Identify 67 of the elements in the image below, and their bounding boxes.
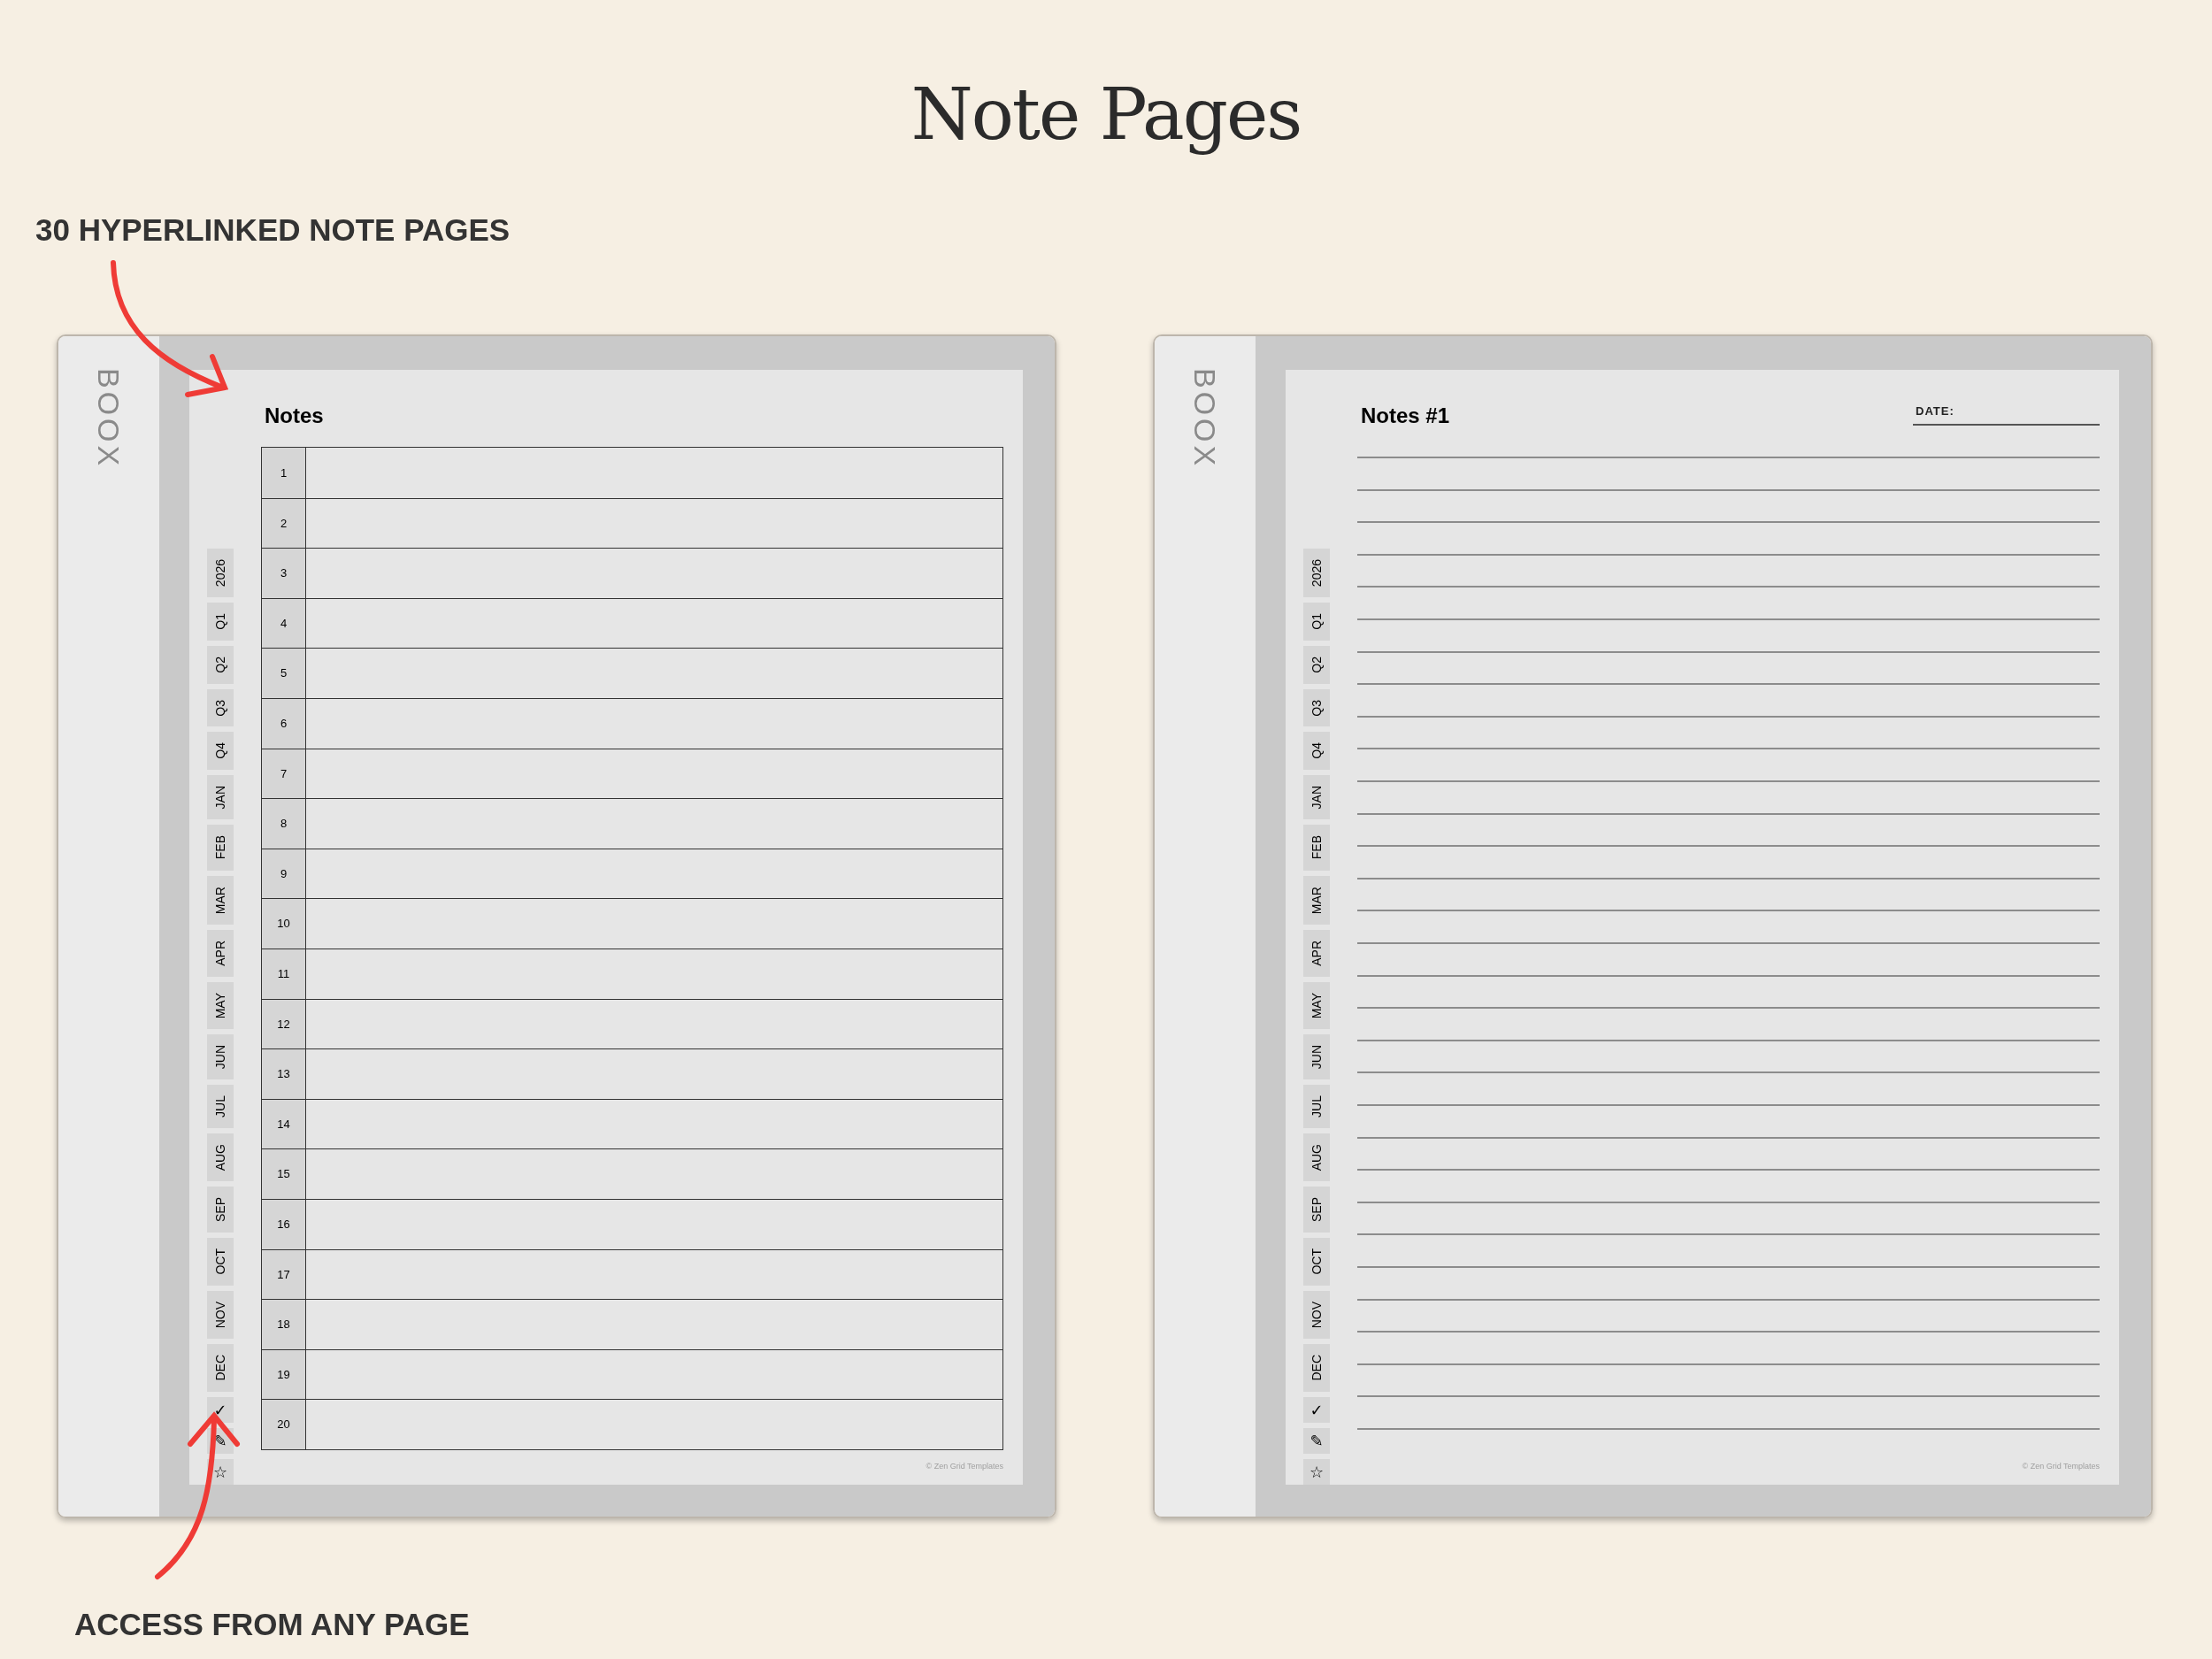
page-title: Note Pages: [910, 73, 1302, 157]
row-number: 1: [262, 448, 306, 498]
nav-tab[interactable]: Q2: [207, 645, 234, 684]
nav-tab[interactable]: JUN: [1303, 1033, 1330, 1080]
nav-tab[interactable]: ✓: [1303, 1396, 1330, 1423]
nav-tab[interactable]: 2026: [207, 549, 234, 598]
row-number: 10: [262, 899, 306, 949]
row-number: 9: [262, 849, 306, 899]
nav-tab[interactable]: Q3: [207, 688, 234, 727]
row-number: 7: [262, 749, 306, 799]
row-number: 4: [262, 598, 306, 649]
row-number: 14: [262, 1099, 306, 1149]
nav-tab[interactable]: Q1: [1303, 603, 1330, 641]
copyright-text: © Zen Grid Templates: [2022, 1460, 2100, 1472]
row-number: 13: [262, 1049, 306, 1099]
nav-tab[interactable]: JUN: [207, 1033, 234, 1080]
nav-tab[interactable]: AUG: [207, 1133, 234, 1182]
nav-tab[interactable]: APR: [1303, 929, 1330, 977]
nav-tab[interactable]: OCT: [207, 1238, 234, 1286]
row-number: 20: [262, 1400, 306, 1449]
nav-tab[interactable]: OCT: [1303, 1238, 1330, 1286]
row-number: 19: [262, 1349, 306, 1400]
date-field[interactable]: DATE:: [1913, 403, 2100, 426]
nav-tab[interactable]: JUL: [1303, 1085, 1330, 1128]
nav-tab[interactable]: AUG: [1303, 1133, 1330, 1182]
nav-tab[interactable]: JAN: [1303, 774, 1330, 820]
nav-tab[interactable]: MAY: [207, 981, 234, 1029]
row-number: 2: [262, 498, 306, 549]
row-number: 18: [262, 1300, 306, 1349]
nav-tab[interactable]: ✎: [1303, 1427, 1330, 1454]
nav-tab[interactable]: DEC: [1303, 1344, 1330, 1392]
nav-tab[interactable]: DEC: [207, 1344, 234, 1392]
row-number: 3: [262, 549, 306, 598]
nav-tab[interactable]: MAR: [1303, 875, 1330, 925]
brand-logo: BOOX: [94, 368, 124, 470]
row-number: 16: [262, 1199, 306, 1249]
nav-tab[interactable]: ☆: [1303, 1458, 1330, 1485]
nav-tab[interactable]: Q1: [207, 603, 234, 641]
brand-logo: BOOX: [1190, 368, 1220, 470]
row-number: 15: [262, 1149, 306, 1199]
nav-tab[interactable]: SEP: [207, 1187, 234, 1233]
nav-tab[interactable]: FEB: [207, 825, 234, 871]
nav-tab[interactable]: JUL: [207, 1085, 234, 1128]
nav-tab[interactable]: MAR: [207, 875, 234, 925]
nav-tab[interactable]: Q4: [1303, 732, 1330, 770]
row-number: 6: [262, 698, 306, 749]
row-number: 17: [262, 1249, 306, 1300]
callout-text: 30 HYPERLINKED NOTE PAGES: [35, 211, 511, 249]
row-number: 5: [262, 649, 306, 698]
nav-tab[interactable]: NOV: [1303, 1290, 1330, 1340]
copyright-text: © Zen Grid Templates: [926, 1460, 1003, 1472]
nav-tab[interactable]: 2026: [1303, 549, 1330, 598]
nav-tab[interactable]: Q3: [1303, 688, 1330, 727]
nav-tab[interactable]: JAN: [207, 774, 234, 820]
page-heading: Notes: [265, 405, 324, 426]
callout-text: ACCESS FROM ANY PAGE: [74, 1606, 470, 1643]
nav-tab[interactable]: SEP: [1303, 1187, 1330, 1233]
nav-tab[interactable]: APR: [207, 929, 234, 977]
nav-tab[interactable]: MAY: [1303, 981, 1330, 1029]
nav-tab[interactable]: Q2: [1303, 645, 1330, 684]
row-number: 11: [262, 949, 306, 999]
nav-tab[interactable]: Q4: [207, 732, 234, 770]
nav-tab[interactable]: NOV: [207, 1290, 234, 1340]
row-number: 12: [262, 999, 306, 1049]
nav-tab[interactable]: FEB: [1303, 825, 1330, 871]
row-number: 8: [262, 799, 306, 849]
page-heading: Notes #1: [1361, 405, 1450, 426]
